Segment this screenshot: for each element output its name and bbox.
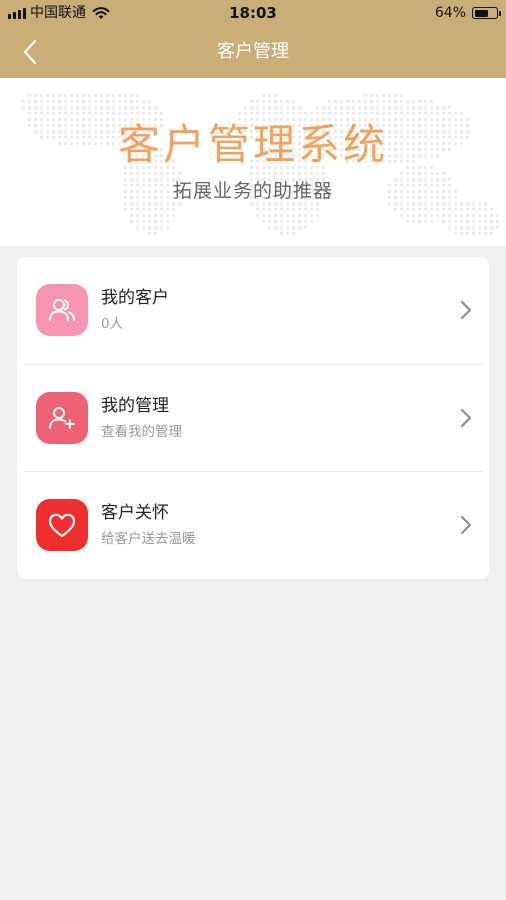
battery-icon bbox=[472, 7, 501, 19]
menu-item-icon-bg bbox=[36, 284, 88, 336]
header: 中国联通 18:03 64% 客户管理 bbox=[0, 0, 506, 78]
chevron-right-icon bbox=[461, 301, 471, 319]
battery-fill bbox=[474, 9, 488, 17]
menu-item-customer-care[interactable]: 客户关怀 给客户送去温暖 bbox=[17, 472, 489, 579]
banner-title: 客户管理系统 bbox=[117, 120, 388, 169]
menu-item-icon-bg bbox=[36, 392, 88, 444]
menu-item-my-customers[interactable]: 我的客户 0人 bbox=[17, 257, 489, 364]
banner-subtitle: 拓展业务的助推器 bbox=[172, 180, 333, 202]
banner: 客户管理系统 拓展业务的助推器 bbox=[0, 78, 506, 246]
status-bar: 中国联通 18:03 64% bbox=[0, 0, 506, 26]
menu-item-icon-bg bbox=[36, 499, 88, 551]
menu-card: 我的客户 0人 我的管理 查看我的管理 客户关怀 给客户送去温暖 bbox=[17, 257, 489, 579]
clock: 18:03 bbox=[229, 4, 277, 22]
heart-icon bbox=[48, 513, 76, 538]
status-right: 64% bbox=[434, 4, 501, 22]
menu-item-subtitle: 查看我的管理 bbox=[101, 424, 182, 440]
screen: 中国联通 18:03 64% 客户管理 客户管理系统 拓展业务的助推器 我的客户… bbox=[0, 0, 506, 900]
menu-item-subtitle: 给客户送去温暖 bbox=[101, 531, 196, 547]
chevron-right-icon bbox=[461, 409, 471, 427]
chevron-right-icon bbox=[461, 516, 471, 534]
menu-item-subtitle: 0人 bbox=[101, 316, 124, 332]
menu-item-my-management[interactable]: 我的管理 查看我的管理 bbox=[17, 365, 489, 472]
battery-percent: 64% bbox=[434, 5, 466, 21]
menu-item-title: 我的客户 bbox=[101, 288, 169, 308]
menu-item-title: 我的管理 bbox=[101, 396, 169, 416]
page-title: 客户管理 bbox=[217, 41, 289, 62]
users-icon bbox=[49, 299, 75, 321]
menu-item-title: 客户关怀 bbox=[101, 503, 169, 523]
nav-bar: 客户管理 bbox=[0, 26, 506, 78]
add-user-icon bbox=[49, 407, 75, 429]
